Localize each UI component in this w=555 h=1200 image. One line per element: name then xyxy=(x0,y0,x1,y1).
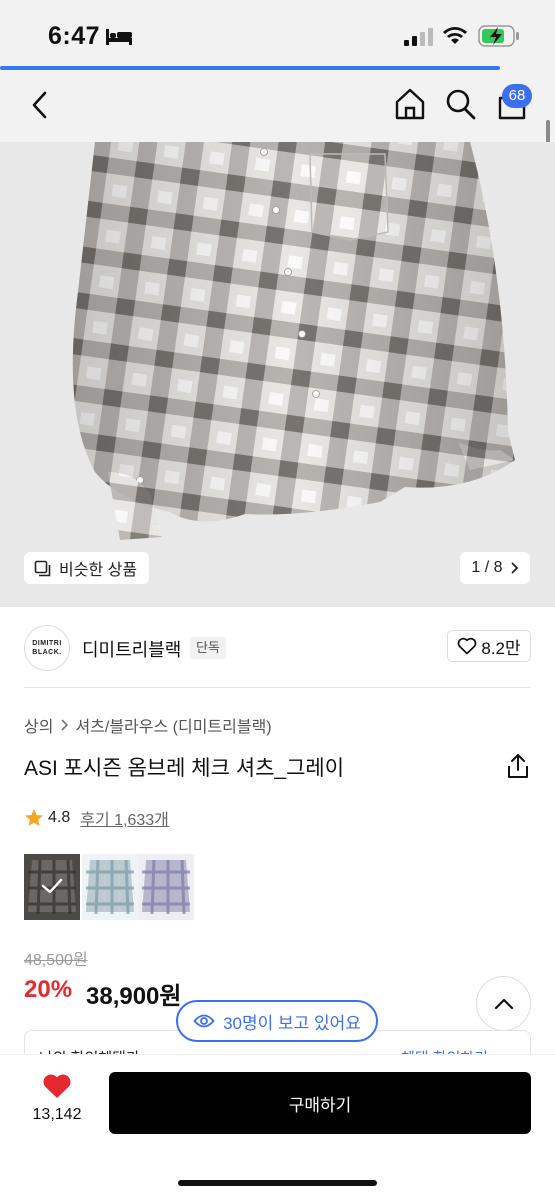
rating-score: 4.8 xyxy=(48,809,71,826)
chevron-up-icon xyxy=(494,998,513,1009)
heart-outline-icon xyxy=(458,637,477,655)
divider xyxy=(24,687,531,688)
heart-filled-icon xyxy=(43,1074,71,1098)
brand-like-button[interactable]: 8.2만 xyxy=(447,630,531,662)
wishlist-count: 13,142 xyxy=(32,1106,82,1123)
chevron-right-icon xyxy=(510,562,518,574)
viewers-pill: 30명이 보고 있어요 xyxy=(176,1000,378,1042)
breadcrumb-subcategory[interactable]: 셔츠/블라우스 (디미트리블랙) xyxy=(75,713,271,737)
bed-icon xyxy=(106,29,132,45)
similar-products-button[interactable]: 비슷한 상품 xyxy=(24,552,150,584)
viewers-text: 30명이 보고 있어요 xyxy=(223,1013,361,1033)
breadcrumb-category[interactable]: 상의 xyxy=(24,713,53,737)
breadcrumb: 상의 셔츠/블라우스 (디미트리블랙) xyxy=(24,713,272,737)
search-icon[interactable] xyxy=(444,86,478,122)
original-price: 48,500원 xyxy=(24,952,88,969)
image-counter: 1 / 8 xyxy=(471,559,503,576)
header xyxy=(0,70,555,142)
cart-badge: 68 xyxy=(502,84,532,108)
chevron-right-icon xyxy=(61,719,69,731)
wishlist-button[interactable]: 13,142 xyxy=(26,1072,88,1134)
exclusive-badge: 단독 xyxy=(190,637,226,659)
battery-charging-icon xyxy=(478,25,519,47)
brand-logo-text: DIMITRI BLACK. xyxy=(32,640,62,656)
product-image[interactable] xyxy=(0,142,555,607)
star-icon xyxy=(25,809,43,826)
final-price: 38,900원 xyxy=(86,983,182,1010)
similar-products-label: 비슷한 상품 xyxy=(59,562,138,579)
image-counter-button[interactable]: 1 / 8 xyxy=(460,552,530,584)
swatch-purple-image xyxy=(138,854,194,920)
signal-icon xyxy=(404,28,433,46)
check-icon xyxy=(41,878,63,894)
scroll-to-top-button[interactable] xyxy=(476,976,531,1031)
share-icon[interactable] xyxy=(505,752,531,780)
buy-button[interactable]: 구매하기 xyxy=(109,1072,531,1134)
plaid-shirt-image xyxy=(0,142,555,607)
home-icon[interactable] xyxy=(393,86,427,122)
status-bar: 6:47 xyxy=(0,0,555,66)
review-count-link[interactable]: 후기 1,633개 xyxy=(80,806,169,830)
home-indicator xyxy=(178,1180,377,1186)
eye-icon xyxy=(193,1014,215,1028)
discount-rate: 20% xyxy=(24,976,73,1003)
rating-row: 4.8 후기 1,633개 xyxy=(24,806,169,830)
product-title: ASI 포시즌 옴브레 체크 셔츠_그레이 xyxy=(24,757,345,780)
status-time: 6:47 xyxy=(48,22,101,50)
brand-like-count: 8.2만 xyxy=(481,638,521,658)
back-chevron-icon[interactable] xyxy=(24,88,58,122)
swatch-purple[interactable] xyxy=(138,854,194,920)
swatch-gray[interactable] xyxy=(24,854,80,920)
similar-items-icon xyxy=(34,560,51,576)
swatch-blue-image xyxy=(82,854,138,920)
wifi-icon xyxy=(443,27,467,44)
swatch-blue[interactable] xyxy=(82,854,138,920)
brand-name[interactable]: 디미트리블랙 xyxy=(82,636,181,662)
brand-logo[interactable]: DIMITRI BLACK. xyxy=(24,625,70,671)
